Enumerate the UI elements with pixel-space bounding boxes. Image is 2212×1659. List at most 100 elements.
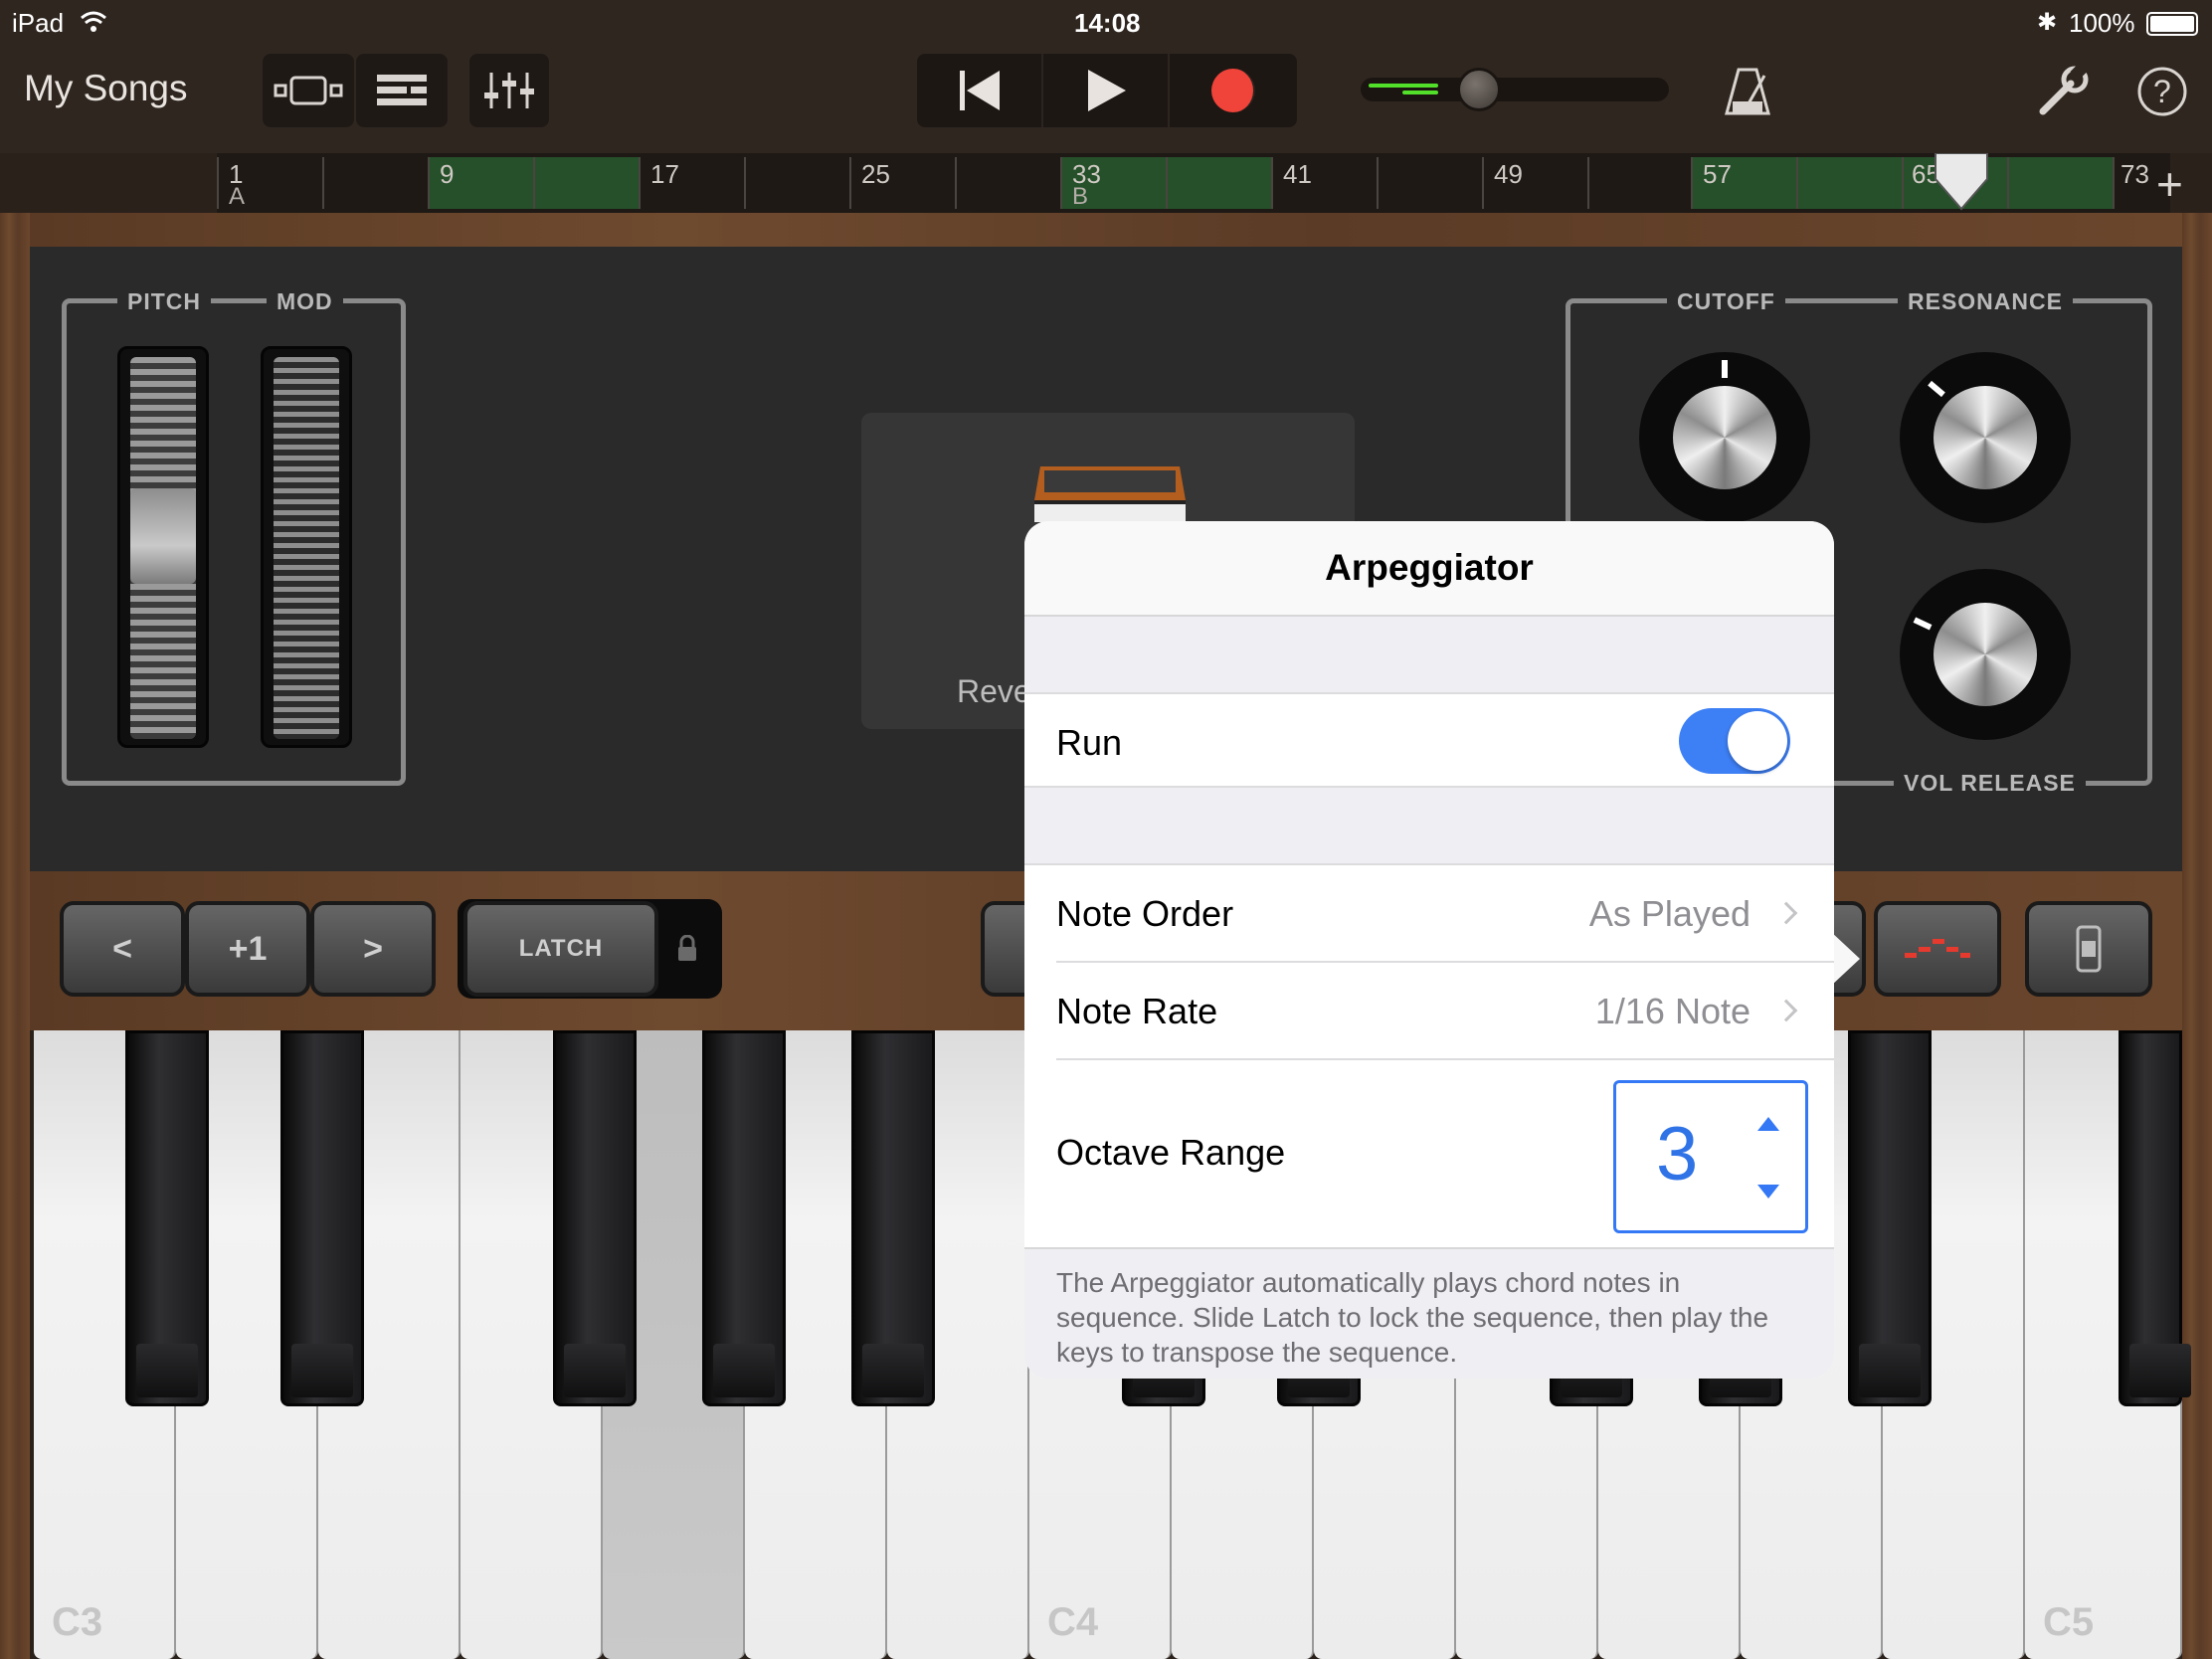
- latch-slider[interactable]: LATCH: [463, 901, 658, 997]
- run-toggle[interactable]: [1679, 708, 1790, 774]
- mod-label: MOD: [267, 288, 343, 315]
- svg-text:?: ?: [2153, 74, 2171, 109]
- settings-button[interactable]: [2037, 63, 2089, 122]
- note-rate-label: Note Rate: [1056, 991, 1218, 1031]
- octave-range-stepper[interactable]: 3: [1613, 1080, 1808, 1233]
- bar-number: 25: [861, 159, 890, 189]
- play-button[interactable]: [1043, 54, 1170, 127]
- clock: 14:08: [1074, 8, 1141, 38]
- record-button[interactable]: [1170, 54, 1296, 127]
- octave-range-row: Octave Range 3: [1024, 1060, 1834, 1249]
- octave-range-label: Octave Range: [1056, 1132, 1286, 1173]
- octave-down-button[interactable]: <: [60, 901, 185, 997]
- arpeggio-pattern-icon: [1905, 939, 1970, 958]
- increment-arrow-icon[interactable]: [1757, 1117, 1779, 1131]
- browser-view-button[interactable]: [263, 54, 354, 127]
- metronome-icon: [1725, 68, 1770, 115]
- wood-side-right: [2182, 213, 2212, 1659]
- record-icon: [1210, 69, 1255, 112]
- rewind-icon: [959, 71, 1000, 110]
- tracks-view-button[interactable]: [356, 54, 448, 127]
- resonance-knob[interactable]: [1900, 352, 2071, 523]
- mixer-icon: [484, 73, 534, 108]
- bluetooth-icon: ✱: [2037, 9, 2058, 36]
- my-songs-button[interactable]: My Songs: [24, 68, 188, 109]
- note-order-row[interactable]: Note Order As Played: [1024, 865, 1834, 961]
- wood-top: [30, 213, 2182, 247]
- bar-number: 17: [650, 159, 679, 189]
- tracks-view-icon: [377, 75, 427, 105]
- bar-number: 57: [1703, 159, 1732, 189]
- device-name: iPad: [12, 8, 65, 38]
- mixer-button[interactable]: [469, 54, 549, 127]
- pitch-wheel[interactable]: [117, 346, 209, 748]
- black-key[interactable]: [1848, 1030, 1932, 1406]
- arpeggiator-description: The Arpeggiator automatically plays chor…: [1056, 1267, 1769, 1368]
- status-bar: iPad 14:08 ✱ 100%: [0, 0, 2212, 44]
- help-button[interactable]: ?: [2136, 66, 2188, 122]
- note-order-value: As Played: [1588, 893, 1751, 934]
- transport-controls: [917, 54, 1297, 127]
- section-label: A: [229, 183, 246, 210]
- black-key[interactable]: [280, 1030, 364, 1406]
- bar-number: 41: [1283, 159, 1312, 189]
- vol-release-knob[interactable]: [1900, 569, 2071, 740]
- note-label: C5: [2043, 1600, 2095, 1644]
- black-key[interactable]: [702, 1030, 786, 1406]
- black-key[interactable]: [125, 1030, 209, 1406]
- add-section-button[interactable]: +: [2156, 157, 2183, 211]
- section-label: B: [1072, 183, 1089, 210]
- wifi-icon: [81, 11, 106, 32]
- black-key[interactable]: [2119, 1030, 2191, 1406]
- popover-footer: The Arpeggiator automatically plays chor…: [1024, 1247, 1834, 1379]
- playhead-marker[interactable]: [1934, 153, 1989, 213]
- pitch-mod-frame: [62, 298, 406, 786]
- keyboard-scroll-button[interactable]: [2025, 901, 2152, 997]
- bar-number: 73: [2120, 159, 2149, 189]
- volume-level-meter: [1369, 84, 1448, 95]
- arpeggiator-popover: Arpeggiator Run Note Order As Played Not…: [1024, 521, 1834, 1379]
- cutoff-label: CUTOFF: [1667, 288, 1785, 315]
- note-rate-row[interactable]: Note Rate 1/16 Note: [1024, 963, 1834, 1058]
- arpeggiator-button[interactable]: [1874, 901, 2001, 997]
- bar-number: 49: [1494, 159, 1523, 189]
- synthesizer-image-icon: [1034, 466, 1186, 522]
- note-order-label: Note Order: [1056, 893, 1234, 934]
- lock-icon: [678, 935, 696, 961]
- master-volume-slider[interactable]: [1361, 68, 1669, 111]
- battery-percent: 100%: [2069, 8, 2135, 38]
- octave-range-value: 3: [1656, 1112, 1699, 1197]
- octave-up-button[interactable]: >: [310, 901, 436, 997]
- note-rate-value: 1/16 Note: [1594, 991, 1751, 1031]
- black-key[interactable]: [553, 1030, 637, 1406]
- mod-wheel[interactable]: [261, 346, 352, 748]
- resonance-label: RESONANCE: [1898, 288, 2073, 315]
- run-label: Run: [1056, 722, 1123, 763]
- popover-title: Arpeggiator: [1024, 521, 1834, 617]
- toolbar: My Songs ?: [0, 44, 2212, 153]
- browser-view-icon: [274, 76, 343, 105]
- volume-slider-thumb[interactable]: [1456, 68, 1501, 111]
- bar-number: 9: [440, 159, 455, 189]
- metronome-button[interactable]: [1725, 66, 1770, 120]
- settings-wrench-icon: [2039, 63, 2089, 115]
- play-icon: [1087, 70, 1126, 111]
- keyboard-scroll-icon: [2076, 925, 2102, 973]
- rewind-button[interactable]: [917, 54, 1043, 127]
- black-key[interactable]: [851, 1030, 935, 1406]
- note-label: C3: [52, 1600, 103, 1644]
- octave-value-button[interactable]: +1: [185, 901, 310, 997]
- instrument-label: Reve: [957, 673, 1031, 709]
- help-icon: ?: [2137, 67, 2187, 116]
- settings-group: Note Order As Played Note Rate 1/16 Note…: [1024, 863, 1834, 1247]
- decrement-arrow-icon[interactable]: [1757, 1185, 1779, 1198]
- pitch-label: PITCH: [117, 288, 211, 315]
- timeline-ruler[interactable]: 1 9 17 25 33 41 49 57 65 73 A B: [217, 153, 2170, 213]
- wood-side-left: [0, 213, 30, 1659]
- vol-release-label: VOL RELEASE: [1894, 770, 2086, 797]
- chevron-right-icon: [1774, 999, 1798, 1022]
- chevron-right-icon: [1774, 901, 1798, 925]
- note-label: C4: [1047, 1600, 1099, 1644]
- popover-arrow: [1830, 931, 1860, 987]
- run-row: Run: [1024, 692, 1834, 788]
